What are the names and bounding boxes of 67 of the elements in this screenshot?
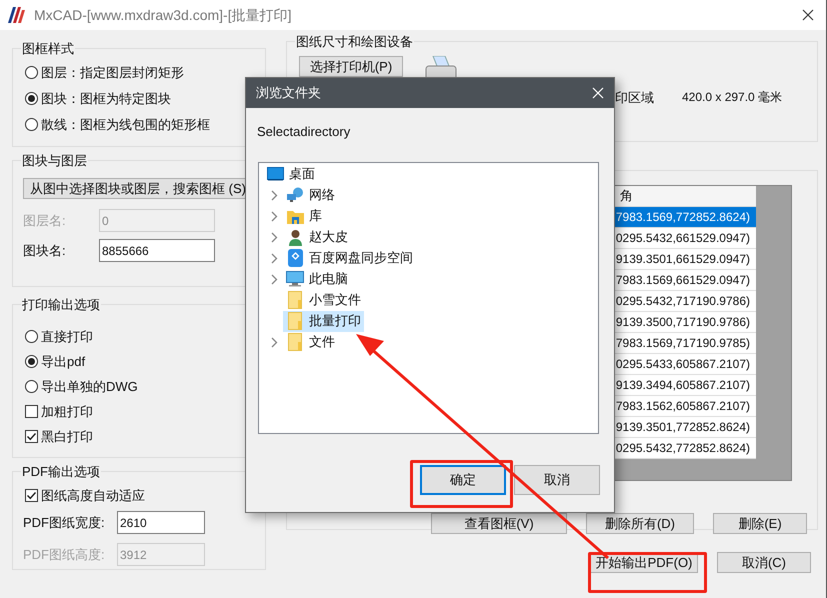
close-icon[interactable]	[802, 9, 814, 21]
tree-item[interactable]: 赵大皮	[283, 226, 351, 248]
field-label: PDF图纸高度:	[23, 546, 106, 564]
radio-button[interactable]	[25, 118, 38, 131]
chevron-icon[interactable]	[270, 274, 278, 284]
tree-item[interactable]: 桌面	[263, 164, 318, 184]
radio-button[interactable]	[25, 330, 38, 343]
folder-icon	[286, 208, 304, 224]
checkbox[interactable]	[25, 489, 38, 502]
input-field[interactable]: 2610	[117, 511, 205, 534]
radio-button[interactable]	[25, 66, 38, 79]
folder-icon	[288, 291, 302, 309]
radio-button[interactable]	[25, 355, 38, 368]
group-title: 图框样式	[21, 40, 75, 58]
checkbox[interactable]	[25, 430, 38, 443]
chevron-icon[interactable]	[270, 252, 278, 264]
dialog-button[interactable]: 取消	[514, 464, 600, 494]
group-title: PDF输出选项	[21, 463, 101, 481]
radio-button[interactable]	[25, 92, 38, 105]
option-label: 散线：图框为线包围的矩形框	[41, 116, 210, 134]
folder-icon	[288, 312, 302, 330]
option-label: 导出pdf	[41, 352, 86, 371]
button[interactable]: 取消(C)	[717, 552, 811, 573]
group-title: 打印输出选项	[21, 296, 101, 314]
chevron-icon[interactable]	[270, 232, 278, 242]
button[interactable]: 查看图框(V)	[431, 513, 567, 534]
checkbox[interactable]	[25, 405, 38, 418]
dialog-button[interactable]: 确定	[420, 464, 506, 494]
paper-size-value: 420.0 x 297.0 毫米	[682, 89, 782, 106]
tree-item[interactable]: 此电脑	[283, 268, 351, 290]
dialog-title: 浏览文件夹	[256, 84, 321, 102]
globe-monitor-icon	[286, 187, 304, 203]
tree-item[interactable]: 文件	[283, 332, 338, 352]
person-icon	[288, 228, 302, 246]
button[interactable]: 选择打印机(P)	[299, 56, 403, 76]
option-label: 图层：指定图层封闭矩形	[41, 64, 184, 82]
monitor-icon	[286, 271, 304, 287]
folder-icon	[288, 333, 302, 351]
field-label: 印区域	[615, 88, 654, 106]
tree-item[interactable]: 小雪文件	[283, 290, 364, 310]
window-title: MxCAD-[www.mxdraw3d.com]-[批量打印]	[34, 6, 292, 25]
folder-tree[interactable]: 桌面 网络 库 赵大皮 百度网盘同步空间 此电脑 小雪文件 批量打印 文件	[258, 162, 599, 434]
option-label: 图纸高度自动适应	[41, 486, 145, 505]
dialog-prompt: Selectadirectory	[257, 123, 352, 141]
tree-item[interactable]: 库	[283, 206, 325, 226]
input-field[interactable]: 8855666	[99, 239, 215, 262]
button[interactable]: 删除所有(D)	[586, 513, 694, 534]
option-label: 导出单独的DWG	[41, 378, 138, 396]
chevron-icon[interactable]	[270, 190, 278, 200]
monitor-icon	[266, 167, 284, 181]
group-title: 图块与图层	[21, 152, 88, 170]
tree-item[interactable]: 批量打印	[283, 310, 364, 332]
option-label: 加粗打印	[41, 402, 93, 421]
option-label: 黑白打印	[41, 428, 93, 446]
option-label: 图块：图框为特定图块	[41, 90, 171, 108]
app-logo-icon	[8, 7, 26, 23]
field-label: 图层名:	[23, 212, 67, 230]
tree-item[interactable]: 百度网盘同步空间	[283, 248, 416, 268]
chevron-icon[interactable]	[270, 336, 278, 348]
chevron-icon[interactable]	[270, 210, 278, 222]
option-label: 直接打印	[41, 328, 93, 346]
group-title: 图纸尺寸和绘图设备	[295, 33, 414, 51]
drive-icon	[288, 249, 302, 267]
field-label: 图块名:	[23, 242, 67, 260]
button[interactable]: 删除(E)	[713, 513, 807, 534]
field-label: PDF图纸宽度:	[23, 514, 106, 532]
radio-button[interactable]	[25, 380, 38, 393]
